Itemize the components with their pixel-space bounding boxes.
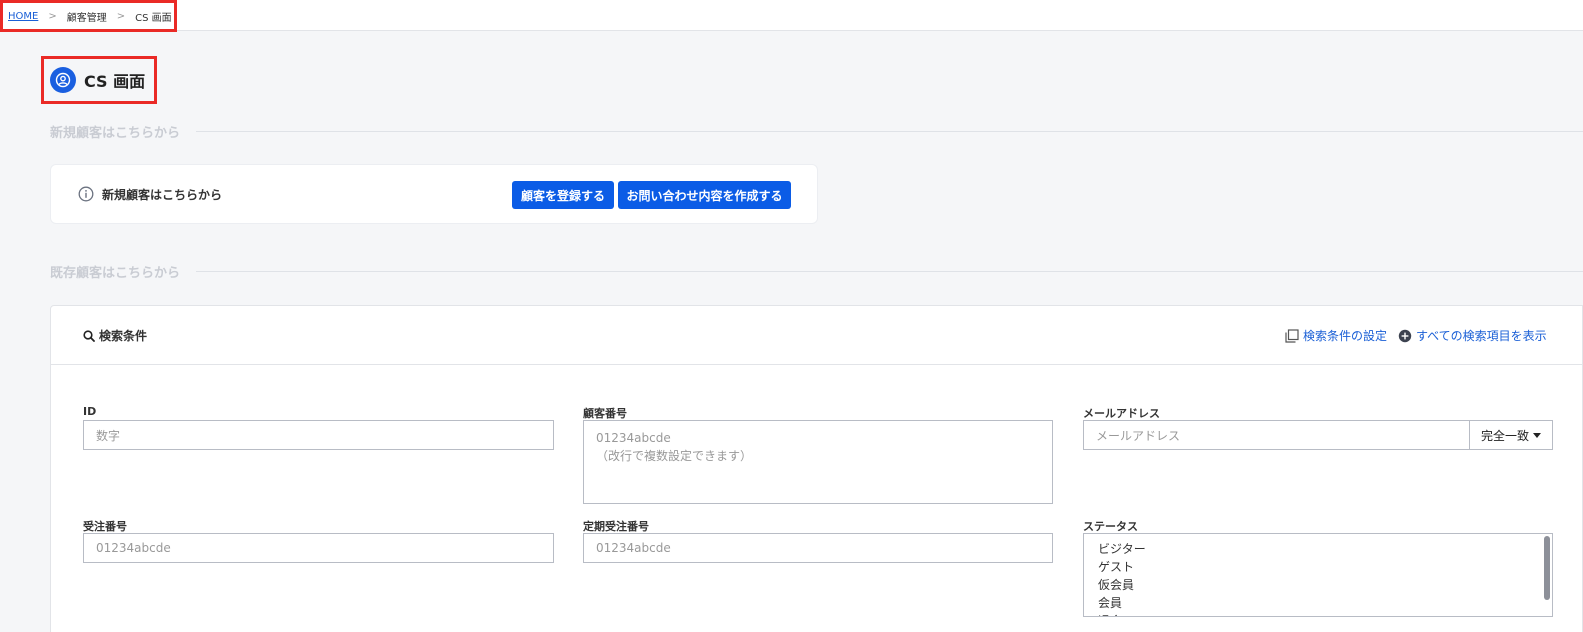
search-title: 検索条件 bbox=[83, 327, 147, 344]
info-icon bbox=[78, 186, 94, 202]
show-all-fields-link-label: すべての検索項目を表示 bbox=[1416, 329, 1547, 343]
search-icon bbox=[83, 329, 95, 342]
search-card-header: 検索条件 検索条件の設定 すべての検索項目を表示 bbox=[51, 306, 1582, 365]
customer-number-textarea[interactable]: 01234abcde （改行で複数設定できます） bbox=[583, 420, 1053, 504]
create-inquiry-button[interactable]: お問い合わせ内容を作成する bbox=[618, 181, 791, 209]
email-match-select[interactable]: 完全一致 bbox=[1469, 420, 1553, 450]
divider bbox=[196, 270, 1583, 272]
status-option[interactable]: 仮会員 bbox=[1084, 576, 1552, 594]
customer-number-label: 顧客番号 bbox=[583, 407, 627, 420]
existing-customer-section-heading: 既存顧客はこちらから bbox=[50, 261, 1583, 281]
plus-circle-icon bbox=[1398, 329, 1412, 342]
copy-icon bbox=[1285, 328, 1299, 343]
breadcrumb-current: CS 画面 bbox=[135, 12, 172, 24]
breadcrumb-separator: > bbox=[116, 10, 126, 22]
email-input[interactable]: メールアドレス bbox=[1083, 420, 1470, 450]
id-label: ID bbox=[83, 405, 97, 418]
email-match-select-value: 完全一致 bbox=[1480, 428, 1529, 443]
order-number-label: 受注番号 bbox=[83, 520, 127, 533]
breadcrumb: HOME > 顧客管理 > CS 画面 bbox=[0, 0, 177, 32]
new-customer-heading-text: 新規顧客はこちらから bbox=[50, 125, 181, 141]
status-listbox[interactable]: ビジター ゲスト 仮会員 会員 退会 bbox=[1083, 533, 1553, 617]
subscription-order-number-label: 定期受注番号 bbox=[583, 520, 649, 533]
register-customer-button[interactable]: 顧客を登録する bbox=[512, 181, 614, 209]
page-title-box: CS 画面 bbox=[41, 56, 157, 104]
existing-customer-heading-text: 既存顧客はこちらから bbox=[50, 265, 181, 281]
show-all-fields-link[interactable]: すべての検索項目を表示 bbox=[1398, 327, 1547, 344]
status-option[interactable]: ゲスト bbox=[1084, 558, 1552, 576]
divider bbox=[196, 130, 1583, 132]
status-option[interactable]: 退会 bbox=[1084, 612, 1552, 616]
breadcrumb-customer-management[interactable]: 顧客管理 bbox=[67, 9, 107, 24]
search-settings-link-label: 検索条件の設定 bbox=[1303, 329, 1388, 343]
page-title: CS 画面 bbox=[84, 72, 146, 91]
breadcrumb-separator: > bbox=[48, 10, 57, 22]
breadcrumb-home-link[interactable]: HOME bbox=[8, 11, 38, 22]
order-number-input[interactable]: 01234abcde bbox=[83, 533, 554, 563]
new-customer-section-heading: 新規顧客はこちらから bbox=[50, 121, 1583, 141]
new-customer-card-label: 新規顧客はこちらから bbox=[102, 188, 223, 202]
caret-down-icon bbox=[1533, 432, 1541, 438]
email-label: メールアドレス bbox=[1083, 407, 1160, 420]
status-option[interactable]: ビジター bbox=[1084, 540, 1552, 558]
search-title-text: 検索条件 bbox=[99, 329, 148, 343]
status-option[interactable]: 会員 bbox=[1084, 594, 1552, 612]
new-customer-card: 新規顧客はこちらから 顧客を登録する お問い合わせ内容を作成する bbox=[50, 164, 818, 224]
status-listbox-scrollbar[interactable] bbox=[1544, 536, 1550, 600]
user-circle-icon bbox=[50, 67, 76, 93]
subscription-order-number-input[interactable]: 01234abcde bbox=[583, 533, 1053, 563]
status-label: ステータス bbox=[1083, 520, 1138, 533]
breadcrumb-bar bbox=[0, 0, 1583, 31]
search-settings-link[interactable]: 検索条件の設定 bbox=[1285, 327, 1387, 344]
id-input[interactable]: 数字 bbox=[83, 420, 554, 450]
